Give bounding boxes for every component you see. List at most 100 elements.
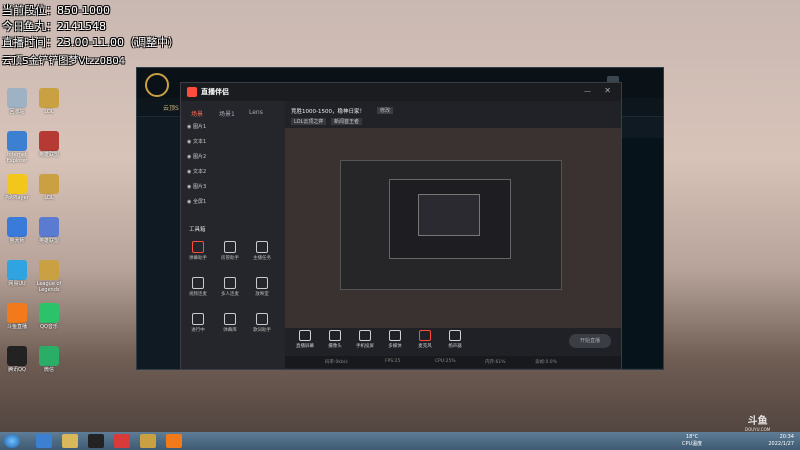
layer-label: 图片1	[192, 124, 207, 130]
tool-button[interactable]: 歌词助手	[251, 313, 273, 333]
tool-label: 房管助手	[221, 256, 239, 261]
tool-button[interactable]: 放映室	[251, 277, 273, 297]
desktop-icon-label: 网易UU	[8, 281, 26, 287]
source-label: 摄像头	[328, 344, 342, 349]
clock-time: 20:34	[779, 434, 794, 440]
stream-title: 竞胜1000-1500，稳神日家！	[291, 109, 365, 115]
tool-button[interactable]: 弹幕库	[219, 313, 241, 333]
source-icon	[419, 330, 431, 341]
desktop-icon[interactable]: 回收站	[2, 88, 32, 115]
layer-item[interactable]: ◉ 图片1	[187, 123, 206, 130]
weather-widget[interactable]: 18°C CPU温度	[682, 434, 702, 448]
tool-label: 歌词助手	[253, 328, 271, 333]
source-button[interactable]: 扬声器	[441, 330, 469, 349]
tool-button[interactable]: 进行中	[187, 313, 209, 333]
desktop-app-icon	[39, 217, 59, 237]
source-button[interactable]: 直播屏幕	[291, 330, 319, 349]
layer-item[interactable]: ◉ 图片2	[187, 153, 206, 160]
taskbar-app-icon[interactable]	[88, 434, 104, 448]
app-logo-icon	[187, 87, 197, 97]
desktop-icon[interactable]: Internet Explorer	[2, 131, 32, 164]
desktop-app-icon	[39, 131, 59, 151]
source-button[interactable]: 手机投屏	[351, 330, 379, 349]
desktop-app-icon	[7, 217, 27, 237]
source-label: 麦克风	[418, 344, 432, 349]
layer-item[interactable]: ◉ 图片3	[187, 183, 206, 190]
tool-label: 弹幕助手	[189, 256, 207, 261]
tool-button[interactable]: 主播任务	[251, 241, 273, 261]
source-button[interactable]: 摄像头	[321, 330, 349, 349]
desktop-icon-label: 腾讯QQ	[8, 367, 26, 373]
desktop-icon[interactable]: 微信	[34, 346, 64, 373]
layer-item[interactable]: ◉ 全屏1	[187, 198, 206, 205]
source-icon	[389, 330, 401, 341]
scene-panel: 场景 场景1 Lens ◉ 图片1 ◉ 文本1 ◉ 图片2 ◉ 文本2 ◉ 图片3 ◉ 全…	[181, 101, 285, 369]
category-tag[interactable]: LOL云顶之弈	[291, 118, 327, 125]
weather-temp: 18°C	[685, 434, 699, 440]
tool-button[interactable]: 房管助手	[219, 241, 241, 261]
edit-title-button[interactable]: 修改	[377, 107, 394, 114]
taskbar-stream-icon[interactable]	[114, 434, 130, 448]
desktop-icon[interactable]: 腾讯QQ	[2, 346, 32, 373]
source-icon	[329, 330, 341, 341]
streaming-app-window[interactable]: 直播伴侣 — ✕ 场景 场景1 Lens ◉ 图片1 ◉ 文本1 ◉ 图片2 ◉ 文本…	[180, 82, 622, 370]
subcategory-tag[interactable]: 新闻首王者	[331, 118, 363, 125]
desktop-icon[interactable]: 斗鱼直播	[2, 303, 32, 330]
weather-label: CPU温度	[682, 441, 703, 447]
tool-icon	[256, 277, 268, 289]
desktop-icon[interactable]: PotPlayer	[2, 174, 32, 201]
source-label: 直播屏幕	[296, 344, 314, 349]
desktop-icon[interactable]: 英雄联盟	[34, 217, 64, 244]
tool-button[interactable]: 多人连麦	[219, 277, 241, 297]
desktop-icon-label: QQ音乐	[40, 324, 58, 330]
desktop-icon[interactable]: LOL	[34, 174, 64, 201]
desktop-app-icon	[39, 260, 59, 280]
tools-heading: 工具箱	[189, 227, 206, 233]
tool-label: 弹幕库	[223, 328, 237, 333]
taskbar-douyu-icon[interactable]	[166, 434, 182, 448]
layer-label: 文本2	[192, 169, 207, 175]
taskbar-lol-icon[interactable]	[140, 434, 156, 448]
layer-item[interactable]: ◉ 文本2	[187, 168, 206, 175]
desktop-icon[interactable]: 网易UU	[2, 260, 32, 287]
desktop-app-icon	[7, 131, 27, 151]
desktop-icon[interactable]: LOL	[34, 88, 64, 115]
tool-label: 放映室	[255, 292, 269, 297]
tool-label: 进行中	[191, 328, 205, 333]
desktop-icon-label: LOL	[44, 109, 54, 115]
layer-label: 文本1	[192, 139, 207, 145]
game-friends-panel	[621, 138, 663, 368]
taskbar-clock[interactable]: 20:34 2022/1/27	[768, 434, 794, 448]
source-toolbar: 直播屏幕 摄像头 手机投屏 多媒体 麦克风 扬声器 开始直播	[285, 328, 621, 356]
tab-scene1[interactable]: 场景1	[219, 109, 235, 118]
desktop-icon-label: 英雄联盟	[38, 238, 59, 244]
desktop-app-icon	[39, 88, 59, 108]
stream-earnings-text: 今日鱼丸：2141548	[2, 20, 106, 33]
status-dropped: 丢帧:0.0%	[535, 360, 557, 365]
source-button[interactable]: 多媒体	[381, 330, 409, 349]
desktop-app-icon	[39, 174, 59, 194]
desktop-app-icon	[7, 303, 27, 323]
desktop-icon-label: 回收站	[9, 109, 25, 115]
start-button-icon[interactable]	[4, 434, 20, 448]
nested-preview-3	[418, 194, 480, 236]
tool-button[interactable]: 视频连麦	[187, 277, 209, 297]
desktop-icon[interactable]: League of Legends	[34, 260, 64, 293]
tool-button[interactable]: 弹幕助手	[187, 241, 209, 261]
desktop-icon[interactable]: QQ音乐	[34, 303, 64, 330]
watermark-brand: 斗鱼	[747, 416, 768, 427]
desktop-icon-label: 斗鱼直播	[6, 324, 27, 330]
tool-icon	[192, 313, 204, 325]
layer-item[interactable]: ◉ 文本1	[187, 138, 206, 145]
minimize-icon[interactable]: —	[584, 87, 591, 95]
desktop-icon[interactable]: 英雄联盟	[34, 131, 64, 158]
close-icon[interactable]: ✕	[604, 86, 611, 95]
taskbar-folder-icon[interactable]	[62, 434, 78, 448]
stream-extra-text: 云顶S金铲铲图梦Vtzz0804	[2, 56, 126, 67]
desktop-icon[interactable]: 鲁大师	[2, 217, 32, 244]
taskbar-ie-icon[interactable]	[36, 434, 52, 448]
start-stream-button[interactable]: 开始直播	[569, 334, 611, 348]
source-button[interactable]: 麦克风	[411, 330, 439, 349]
tab-scene[interactable]: 场景	[191, 109, 203, 118]
tab-lens[interactable]: Lens	[249, 109, 263, 116]
